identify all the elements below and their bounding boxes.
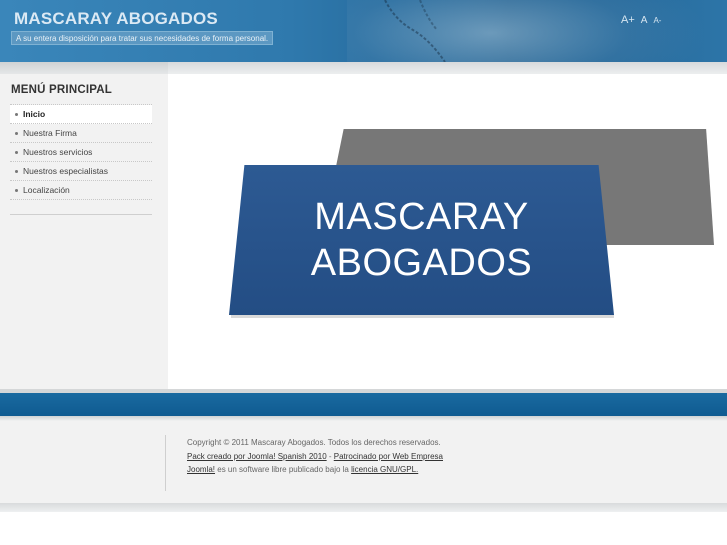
decrease-font-button[interactable]: A- — [653, 16, 661, 25]
credits-separator: - — [326, 451, 334, 461]
main-content: MASCARAY ABOGADOS — [168, 74, 727, 390]
sidebar: MENÚ PRINCIPAL Inicio Nuestra Firma Nues… — [0, 62, 168, 390]
license-text: es un software libre publicado bajo la — [215, 465, 352, 474]
sidebar-top-bevel — [0, 62, 168, 74]
main-menu: Inicio Nuestra Firma Nuestros servicios … — [10, 104, 152, 200]
copyright-text: Copyright © 2011 Mascaray Abogados. Todo… — [187, 438, 441, 447]
menu-item-localizacion[interactable]: Localización — [10, 181, 152, 200]
site-title[interactable]: MASCARAY ABOGADOS — [14, 9, 218, 29]
page: MASCARAY ABOGADOS A su entera disposició… — [0, 0, 727, 545]
license-link[interactable]: licencia GNU/GPL. — [351, 465, 418, 474]
logo-image: MASCARAY ABOGADOS — [229, 165, 614, 315]
footer-top-bevel — [0, 416, 727, 421]
scales-chain-decoration — [384, 0, 446, 62]
menu-title: MENÚ PRINCIPAL — [11, 84, 112, 96]
sponsor-link[interactable]: Patrocinado por Web Empresa — [334, 452, 443, 461]
joomla-link[interactable]: Joomla! — [187, 465, 215, 474]
pack-link[interactable]: Pack creado por Joomla! Spanish 2010 — [187, 452, 327, 461]
menu-item-nuestros-servicios[interactable]: Nuestros servicios — [10, 143, 152, 162]
license-line: Joomla! es un software libre publicado b… — [187, 463, 443, 477]
menu-item-nuestros-especialistas[interactable]: Nuestros especialistas — [10, 162, 152, 181]
credits-line: Pack creado por Joomla! Spanish 2010 - P… — [187, 450, 443, 464]
default-font-button[interactable]: A — [641, 15, 648, 26]
menu-item-inicio[interactable]: Inicio — [10, 105, 152, 124]
site-slogan: A su entera disposición para tratar sus … — [11, 31, 274, 45]
footer-text: Copyright © 2011 Mascaray Abogados. Todo… — [187, 436, 443, 477]
logo-line-1: MASCARAY — [314, 196, 529, 238]
footer: Copyright © 2011 Mascaray Abogados. Todo… — [0, 416, 727, 503]
menu-divider — [10, 214, 152, 215]
menu-item-nuestra-firma[interactable]: Nuestra Firma — [10, 124, 152, 143]
font-size-controls: A+ A A- — [621, 14, 661, 26]
footer-bottom-strip — [0, 503, 727, 512]
increase-font-button[interactable]: A+ — [621, 14, 635, 26]
footer-divider — [165, 435, 166, 491]
logo-line-2: ABOGADOS — [310, 242, 533, 284]
bottom-blue-bar — [0, 393, 727, 416]
header: MASCARAY ABOGADOS A su entera disposició… — [0, 0, 727, 62]
